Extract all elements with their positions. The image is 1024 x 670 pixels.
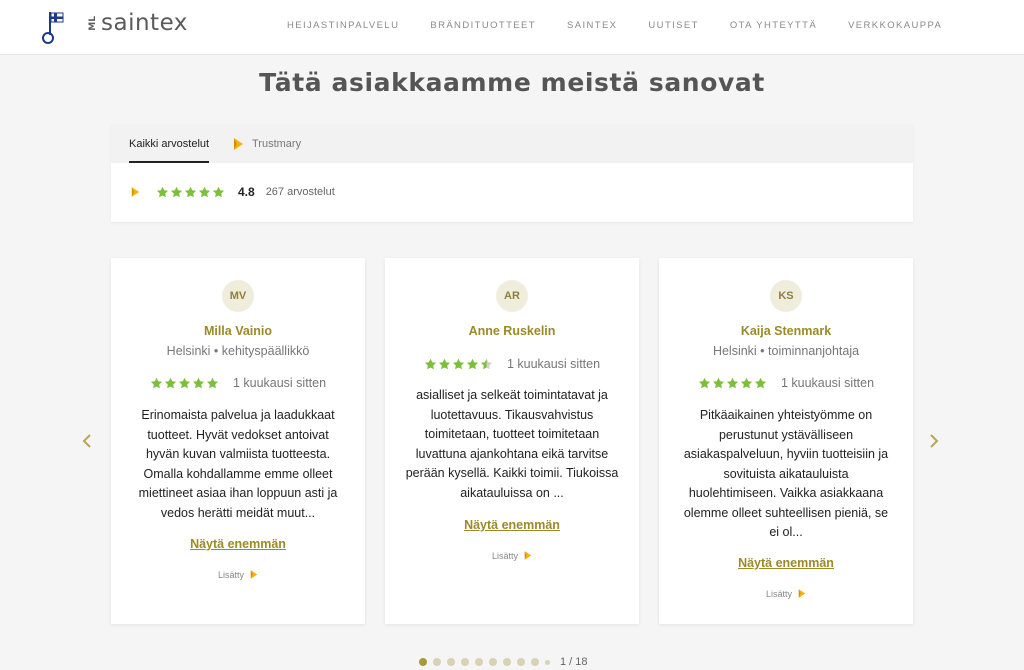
added-via: Lisätty — [659, 588, 913, 599]
brand-logo[interactable]: ML saintex — [88, 10, 188, 36]
star-icon — [466, 358, 479, 370]
star-icon — [712, 377, 725, 389]
review-time: 1 kuukausi sitten — [780, 376, 875, 390]
review-time: 1 kuukausi sitten — [232, 376, 327, 390]
star-icon — [452, 358, 465, 370]
key-flag-logo-icon[interactable] — [38, 11, 64, 45]
page-dot[interactable] — [545, 659, 550, 665]
star-icon — [480, 358, 493, 370]
review-tabs: Kaikki arvostelut Trustmary — [111, 125, 913, 163]
review-rating: 1 kuukausi sitten — [659, 376, 913, 390]
review-stars — [698, 377, 767, 389]
show-more-link[interactable]: Näytä enemmän — [385, 518, 639, 532]
trustmary-logo-icon — [250, 570, 258, 579]
page-dot[interactable] — [447, 658, 455, 666]
star-icon — [192, 377, 205, 389]
page-dot[interactable] — [419, 658, 427, 666]
page-dot[interactable] — [503, 658, 511, 666]
reviewer-name: Milla Vainio — [203, 324, 273, 338]
nav-saintex[interactable]: SAINTEX — [567, 20, 617, 31]
star-icon — [438, 358, 451, 370]
review-card: AR Anne Ruskelin 1 kuukausi sitten asial… — [385, 258, 639, 624]
chevron-right-icon[interactable] — [929, 433, 943, 451]
star-icon — [184, 186, 197, 198]
tab-trustmary[interactable]: Trustmary — [233, 125, 301, 163]
star-icon — [156, 186, 169, 198]
star-icon — [164, 377, 177, 389]
reviews-summary: Kaikki arvostelut Trustmary 4.8 267 arvo… — [111, 125, 913, 222]
reviewer-meta: Helsinki • kehityspäällikkö — [166, 344, 310, 358]
main-nav: HEIJASTINPALVELU BRÄNDITUOTTEET SAINTEX … — [287, 20, 973, 31]
page-dot[interactable] — [489, 658, 497, 666]
reviewer-meta: Helsinki • toiminnanjohtaja — [712, 344, 860, 358]
nav-ota-yhteytta[interactable]: OTA YHTEYTTÄ — [730, 20, 817, 31]
page-indicator: 1 / 18 — [560, 656, 588, 668]
added-label: Lisätty — [765, 588, 792, 599]
page-dot[interactable] — [433, 658, 441, 666]
star-icon — [212, 186, 225, 198]
star-icon — [740, 377, 753, 389]
star-icon — [698, 377, 711, 389]
review-text: Pitkäaikainen yhteistyömme on perustunut… — [683, 408, 889, 539]
star-icon — [754, 377, 767, 389]
nav-brandituotteet[interactable]: BRÄNDITUOTTEET — [430, 20, 536, 31]
added-via: Lisätty — [111, 569, 365, 580]
page-dot[interactable] — [475, 658, 483, 666]
brand-name: saintex — [101, 10, 188, 36]
page-dot[interactable] — [517, 658, 525, 666]
trustmary-logo-icon — [234, 138, 243, 150]
review-text: asialliset ja selkeät toimintatavat ja l… — [405, 388, 619, 500]
avatar: MV — [222, 280, 254, 312]
review-rating: 1 kuukausi sitten — [111, 376, 365, 390]
tab-trustmary-label: Trustmary — [252, 138, 302, 150]
page-title: Tätä asiakkaamme meistä sanovat — [259, 68, 765, 97]
added-via: Lisätty — [385, 550, 639, 561]
carousel-pagination: 1 / 18 — [419, 656, 588, 668]
trustmary-logo-icon — [798, 589, 806, 598]
star-icon — [726, 377, 739, 389]
avatar: AR — [496, 280, 528, 312]
summary-score: 4.8 — [238, 185, 255, 199]
page-dot[interactable] — [461, 658, 469, 666]
site-header: ML saintex HEIJASTINPALVELU BRÄNDITUOTTE… — [0, 0, 1024, 55]
reviewer-name: Kaija Stenmark — [740, 324, 832, 338]
added-label: Lisätty — [217, 569, 244, 580]
review-text: Erinomaista palvelua ja laadukkaat tuott… — [138, 408, 338, 520]
star-icon — [424, 358, 437, 370]
review-rating: 1 kuukausi sitten — [385, 357, 639, 371]
review-time: 1 kuukausi sitten — [506, 357, 601, 371]
trustmary-logo-icon — [524, 551, 532, 560]
tab-all-reviews[interactable]: Kaikki arvostelut — [129, 125, 210, 163]
trustmary-logo-icon — [131, 187, 140, 197]
nav-verkkokauppa[interactable]: VERKKOKAUPPA — [848, 20, 942, 31]
brand-prefix: ML — [88, 15, 98, 31]
summary-rating: 4.8 267 arvostelut — [131, 185, 335, 199]
review-card: MV Milla Vainio Helsinki • kehityspäälli… — [111, 258, 365, 624]
review-stars — [150, 377, 219, 389]
chevron-left-icon[interactable] — [82, 433, 96, 451]
tab-all-reviews-label: Kaikki arvostelut — [129, 137, 210, 150]
added-label: Lisätty — [491, 550, 518, 561]
star-icon — [206, 377, 219, 389]
nav-heijastinpalvelu[interactable]: HEIJASTINPALVELU — [287, 20, 399, 31]
summary-count: 267 arvostelut — [265, 186, 335, 198]
show-more-link[interactable]: Näytä enemmän — [111, 537, 365, 551]
review-stars — [424, 358, 493, 370]
reviewer-name: Anne Ruskelin — [468, 324, 556, 338]
summary-stars — [156, 186, 225, 198]
page-dot[interactable] — [531, 658, 539, 666]
show-more-link[interactable]: Näytä enemmän — [659, 556, 913, 570]
review-card: KS Kaija Stenmark Helsinki • toiminnanjo… — [659, 258, 913, 624]
star-icon — [150, 377, 163, 389]
nav-uutiset[interactable]: UUTISET — [648, 20, 698, 31]
star-icon — [170, 186, 183, 198]
star-icon — [198, 186, 211, 198]
avatar: KS — [770, 280, 802, 312]
star-icon — [178, 377, 191, 389]
